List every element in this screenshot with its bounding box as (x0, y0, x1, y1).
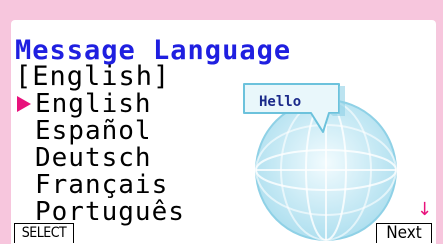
selection-cursor-slot (15, 118, 35, 145)
selection-cursor-icon (17, 96, 31, 112)
function-key-bar: SELECT Next (11, 223, 436, 244)
language-option-espanol[interactable]: Español (15, 118, 185, 145)
language-option-deutsch[interactable]: Deutsch (15, 145, 185, 172)
next-button[interactable]: Next (376, 223, 432, 243)
preview-greeting-text: Hello (259, 94, 302, 110)
language-label: Français (35, 170, 169, 200)
language-list: English Español Deutsch Français Portugu… (15, 91, 185, 226)
selection-cursor-slot (15, 199, 35, 226)
select-button[interactable]: SELECT (14, 223, 74, 243)
selection-cursor-slot (15, 145, 35, 172)
selection-cursor-slot (15, 172, 35, 199)
language-label: English (35, 89, 152, 119)
language-option-portugues[interactable]: Português (15, 199, 185, 226)
language-label: Español (35, 116, 152, 146)
selection-cursor-slot (15, 91, 35, 118)
current-language-value: [English] (15, 61, 171, 92)
language-option-english[interactable]: English (15, 91, 185, 118)
calculator-screen: Message Language [English] English Españ… (11, 20, 436, 244)
language-option-francais[interactable]: Français (15, 172, 185, 199)
scroll-down-arrow-icon: ↓ (417, 199, 433, 220)
language-label: Deutsch (35, 143, 152, 173)
language-label: Português (35, 197, 185, 227)
